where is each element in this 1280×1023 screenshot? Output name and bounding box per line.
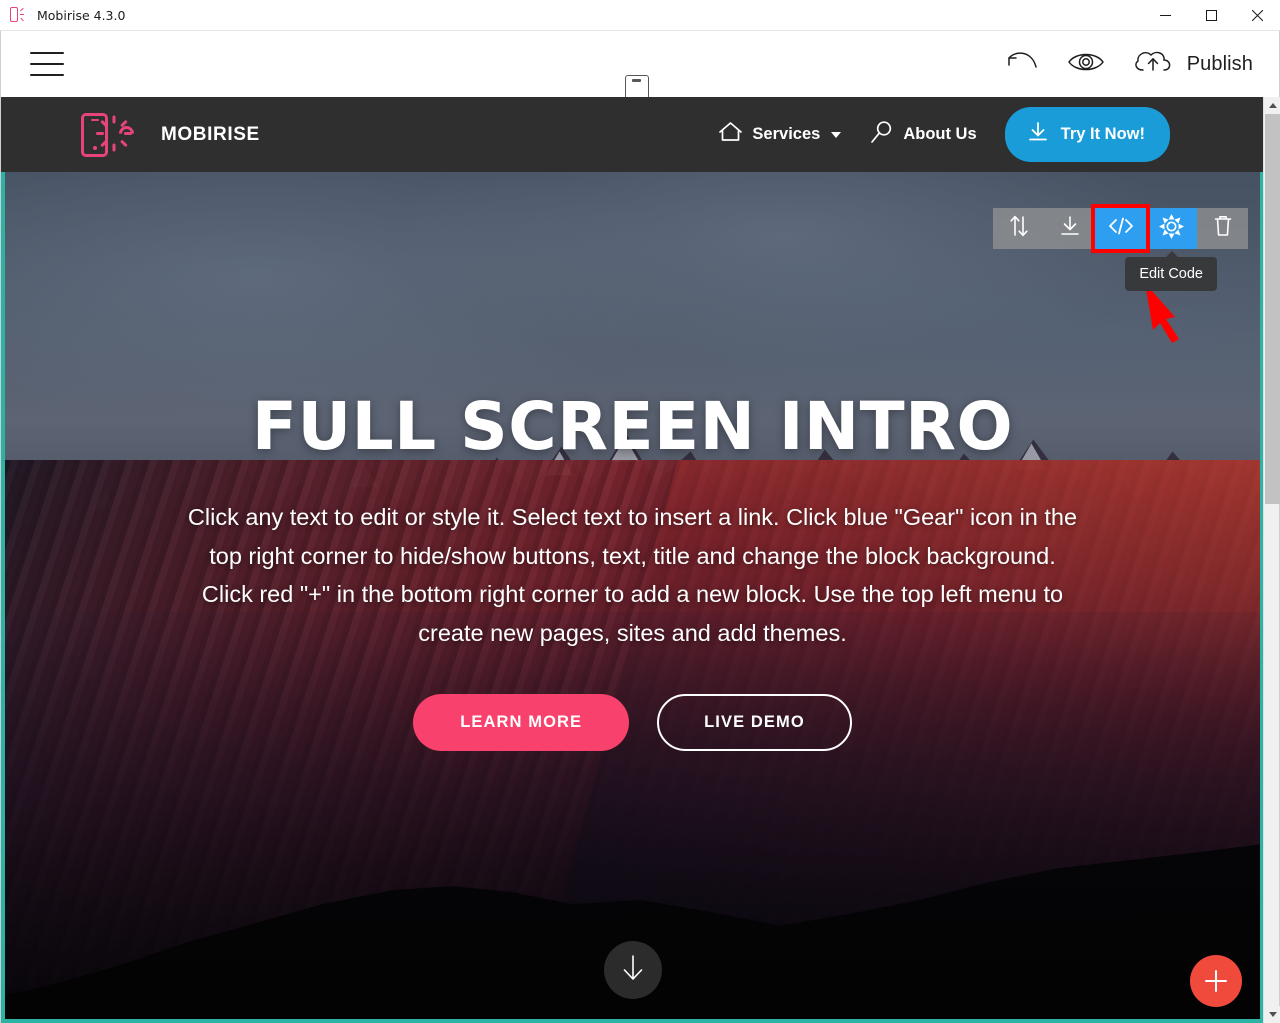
close-button[interactable] xyxy=(1234,0,1280,31)
add-block-button[interactable] xyxy=(1190,955,1242,1007)
eye-preview-icon xyxy=(1066,49,1106,80)
vertical-scrollbar[interactable] xyxy=(1263,97,1280,1023)
block-toolbar xyxy=(993,204,1248,253)
try-it-now-label: Try It Now! xyxy=(1060,125,1145,143)
site-canvas: MOBIRISE Services About Us Try It Now! F… xyxy=(0,97,1263,1023)
app-icon xyxy=(9,6,29,24)
hamburger-menu-icon[interactable] xyxy=(30,52,64,76)
live-demo-button[interactable]: LIVE DEMO xyxy=(657,694,852,752)
window-title-bar: Mobirise 4.3.0 xyxy=(0,0,1280,31)
arrow-down-icon xyxy=(620,953,646,988)
publish-button[interactable]: Publish xyxy=(1132,47,1253,82)
window-controls xyxy=(1142,0,1280,31)
chevron-down-icon[interactable] xyxy=(831,131,842,138)
site-brand[interactable]: MOBIRISE xyxy=(79,110,260,160)
nav-item-about-us[interactable]: About Us xyxy=(869,120,977,150)
nav-item-about-us-label: About Us xyxy=(903,125,977,143)
hero-title[interactable]: FULL SCREEN INTRO xyxy=(5,394,1260,460)
scroll-down-button[interactable] xyxy=(603,941,662,999)
hero-block[interactable]: FULL SCREEN INTRO Click any text to edit… xyxy=(1,172,1263,1023)
download-icon xyxy=(1026,120,1050,149)
download-icon xyxy=(1058,214,1082,243)
app-toolbar-actions: Publish xyxy=(1006,47,1253,82)
learn-more-button[interactable]: LEARN MORE xyxy=(413,694,630,752)
hero-content: FULL SCREEN INTRO Click any text to edit… xyxy=(5,172,1260,752)
nav-item-services-label: Services xyxy=(752,125,821,143)
site-nav-links: Services About Us Try It Now! xyxy=(718,107,1170,162)
edit-code-tooltip: Edit Code xyxy=(1125,251,1217,291)
scrollbar-thumb[interactable] xyxy=(1265,114,1280,504)
cloud-upload-icon xyxy=(1132,47,1176,82)
magnifier-icon xyxy=(869,120,894,150)
maximize-button[interactable] xyxy=(1188,0,1234,31)
mobirise-phone-sun-logo-icon xyxy=(79,110,153,160)
move-block-button[interactable] xyxy=(993,208,1044,249)
edit-code-button[interactable] xyxy=(1091,204,1150,253)
gear-icon xyxy=(1158,213,1185,244)
try-it-now-button[interactable]: Try It Now! xyxy=(1004,107,1170,162)
scroll-down-arrow-icon[interactable] xyxy=(1264,1006,1280,1023)
trash-icon xyxy=(1213,214,1233,243)
save-block-button[interactable] xyxy=(1044,208,1095,249)
nav-item-services[interactable]: Services xyxy=(718,121,842,149)
site-brand-name: MOBIRISE xyxy=(161,123,260,145)
up-down-arrows-icon xyxy=(1008,214,1030,243)
block-settings-button[interactable] xyxy=(1146,208,1197,249)
undo-arrow-icon xyxy=(1006,49,1040,80)
code-brackets-icon xyxy=(1107,215,1135,242)
preview-button[interactable] xyxy=(1066,49,1106,80)
minimize-button[interactable] xyxy=(1142,0,1188,31)
site-navbar: MOBIRISE Services About Us Try It Now! xyxy=(1,97,1263,172)
hero-buttons: LEARN MORE LIVE DEMO xyxy=(5,694,1260,752)
publish-label: Publish xyxy=(1186,52,1253,75)
delete-block-button[interactable] xyxy=(1197,208,1248,249)
home-icon xyxy=(718,121,743,149)
undo-button[interactable] xyxy=(1006,49,1040,80)
app-toolbar: Publish xyxy=(0,31,1280,113)
hero-paragraph[interactable]: Click any text to edit or style it. Sele… xyxy=(183,498,1083,652)
scroll-up-arrow-icon[interactable] xyxy=(1264,97,1280,114)
window-title: Mobirise 4.3.0 xyxy=(37,7,126,23)
